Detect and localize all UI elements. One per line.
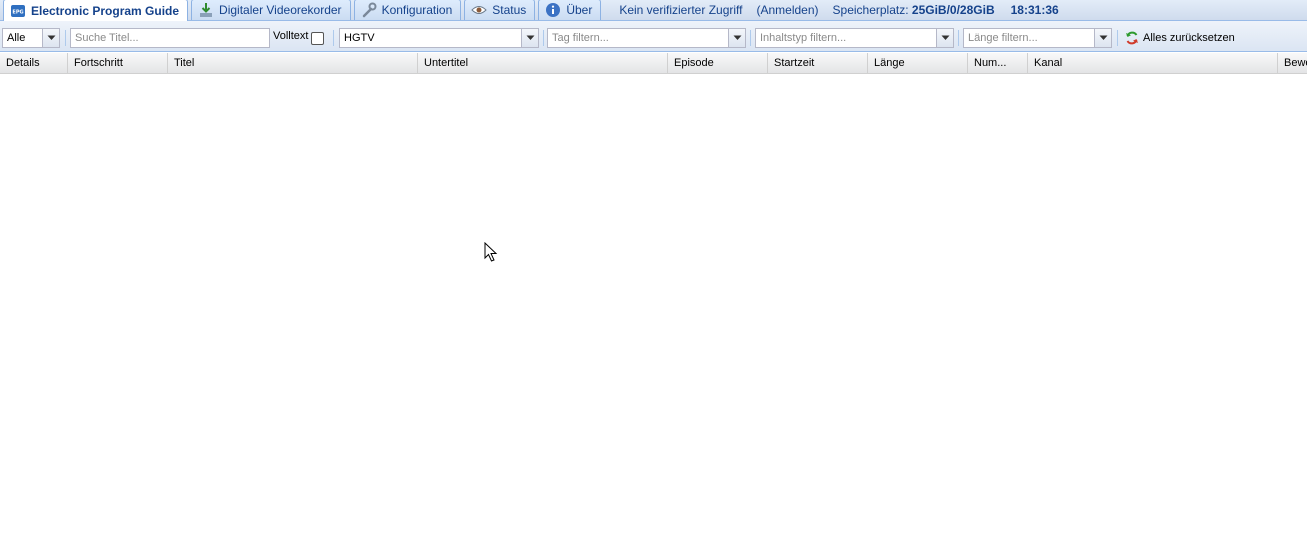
tab-label: Über (566, 3, 593, 17)
fulltext-label: Volltext (273, 30, 309, 42)
content-type-placeholder: Inhaltstyp filtern... (760, 32, 847, 44)
column-header-number[interactable]: Num... (968, 53, 1028, 73)
refresh-icon (1124, 30, 1140, 46)
svg-text:EPG: EPG (12, 9, 23, 15)
toolbar-separator (333, 30, 334, 46)
tab-status[interactable]: Status (464, 0, 536, 20)
login-link[interactable]: (Anmelden) (756, 0, 818, 20)
content-type-select[interactable]: Inhaltstyp filtern... (755, 28, 954, 48)
chevron-down-icon[interactable] (42, 29, 59, 47)
column-header-progress[interactable]: Fortschritt (68, 53, 168, 73)
channel-value: HGTV (344, 32, 375, 44)
tab-label: Konfiguration (381, 3, 453, 17)
storage-status: Speicherplatz: 25GiB/0/28GiB (833, 0, 995, 20)
column-header-subtitle[interactable]: Untertitel (418, 53, 668, 73)
fulltext-checkbox[interactable] (311, 32, 324, 45)
chevron-down-icon[interactable] (728, 29, 745, 47)
column-header-title[interactable]: Titel (168, 53, 418, 73)
download-icon (198, 2, 214, 18)
column-header-channel[interactable]: Kanal (1028, 53, 1278, 73)
chevron-down-icon[interactable] (1094, 29, 1111, 47)
info-icon (545, 2, 561, 18)
clock: 18:31:36 (1010, 2, 1059, 17)
column-header-rating[interactable]: Bewertung (1278, 53, 1307, 73)
toolbar-separator (65, 30, 66, 46)
grid-body[interactable] (0, 74, 1307, 538)
column-header-episode[interactable]: Episode (668, 53, 768, 73)
toolbar-separator (1117, 30, 1118, 46)
filter-toolbar: Alle Suche Titel... Volltext HGTV Tag fi… (0, 21, 1307, 52)
tab-epg[interactable]: EPG Electronic Program Guide (3, 0, 189, 21)
tag-filter-select[interactable]: Tag filtern... (547, 28, 746, 48)
title-search-input[interactable]: Suche Titel... (70, 28, 270, 48)
grid-header: Details Fortschritt Titel Untertitel Epi… (0, 53, 1307, 74)
access-status: Kein verifizierter Zugriff (619, 2, 743, 17)
duration-filter-placeholder: Länge filtern... (968, 32, 1038, 44)
chevron-down-icon[interactable] (936, 29, 953, 47)
tab-configuration[interactable]: Konfiguration (353, 0, 462, 20)
toolbar-separator (750, 30, 751, 46)
tab-label: Digitaler Videorekorder (219, 3, 342, 17)
column-header-duration[interactable]: Länge (868, 53, 968, 73)
tab-label: Status (492, 3, 527, 17)
tab-dvr[interactable]: Digitaler Videorekorder (191, 0, 351, 20)
epg-icon: EPG (10, 3, 26, 19)
storage-label: Speicherplatz: (832, 2, 909, 17)
channel-select[interactable]: HGTV (339, 28, 539, 48)
scope-value: Alle (7, 32, 26, 44)
storage-value: 25GiB/0/28GiB (911, 2, 995, 17)
tab-about[interactable]: Über (538, 0, 602, 20)
reset-all-label: Alles zurücksetzen (1143, 32, 1235, 44)
column-header-start-time[interactable]: Startzeit (768, 53, 868, 73)
wrench-icon (361, 2, 377, 18)
mouse-cursor-icon (484, 242, 498, 262)
toolbar-separator (543, 30, 544, 46)
reset-all-button[interactable]: Alles zurücksetzen (1124, 28, 1235, 48)
title-search-placeholder: Suche Titel... (75, 32, 139, 44)
main-tab-bar: EPG Electronic Program Guide Digitaler V… (0, 0, 1307, 21)
scope-select[interactable]: Alle (2, 28, 60, 48)
column-header-details[interactable]: Details (0, 53, 68, 73)
duration-filter-select[interactable]: Länge filtern... (963, 28, 1112, 48)
eye-icon (471, 2, 487, 18)
toolbar-separator (958, 30, 959, 46)
chevron-down-icon[interactable] (521, 29, 538, 47)
tag-filter-placeholder: Tag filtern... (552, 32, 609, 44)
tab-label: Electronic Program Guide (31, 3, 180, 18)
